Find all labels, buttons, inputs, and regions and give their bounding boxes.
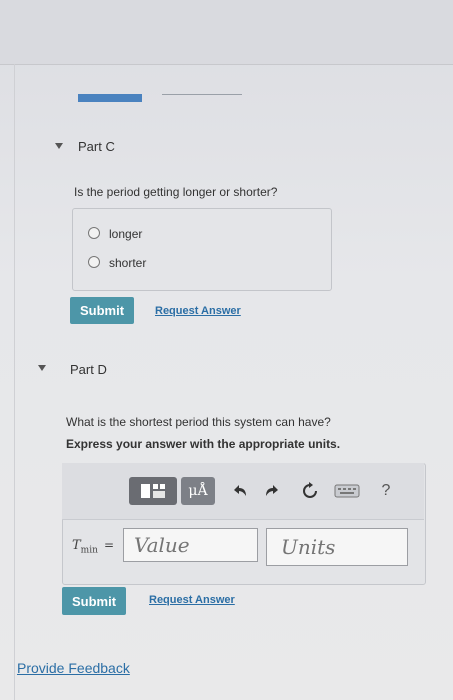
radio-longer[interactable]: [88, 227, 100, 239]
part-d-instruction: Express your answer with the appropriate…: [66, 437, 341, 451]
divider: [0, 64, 453, 65]
redo-icon[interactable]: [262, 481, 282, 501]
collapse-triangle-icon[interactable]: [55, 143, 63, 149]
part-d-question: What is the shortest period this system …: [66, 415, 331, 429]
collapse-triangle-icon[interactable]: [38, 365, 46, 371]
units-symbol-button[interactable]: μÅ: [181, 477, 215, 505]
part-c-question: Is the period getting longer or shorter?: [74, 185, 278, 199]
part-c-request-answer-link[interactable]: Request Answer: [155, 305, 241, 317]
value-input[interactable]: [123, 528, 258, 562]
variable-subscript: min: [80, 545, 98, 556]
variable-symbol: T: [72, 538, 81, 553]
provide-feedback-link[interactable]: Provide Feedback: [17, 660, 130, 676]
radio-shorter[interactable]: [88, 256, 100, 268]
template-icon[interactable]: [129, 477, 177, 505]
part-c-title[interactable]: Part C: [78, 139, 115, 154]
option-label-longer[interactable]: longer: [109, 227, 142, 241]
part-c-submit-button[interactable]: Submit: [70, 297, 134, 324]
option-label-shorter[interactable]: shorter: [109, 256, 146, 270]
options-box: [72, 208, 332, 291]
equals-sign: =: [104, 538, 115, 552]
help-icon[interactable]: ?: [378, 481, 394, 501]
part-d-title[interactable]: Part D: [70, 362, 107, 377]
units-input[interactable]: [266, 528, 408, 566]
keyboard-icon[interactable]: [334, 483, 360, 499]
part-d-submit-button[interactable]: Submit: [62, 587, 126, 615]
tab-inactive-indicator[interactable]: [162, 94, 242, 95]
undo-icon[interactable]: [230, 481, 250, 501]
top-band: [0, 0, 453, 64]
tab-active-indicator[interactable]: [78, 94, 142, 102]
part-d-request-answer-link[interactable]: Request Answer: [149, 594, 235, 606]
reset-icon[interactable]: [300, 481, 320, 501]
variable-label: Tmin =: [72, 538, 114, 556]
left-border: [14, 64, 15, 700]
